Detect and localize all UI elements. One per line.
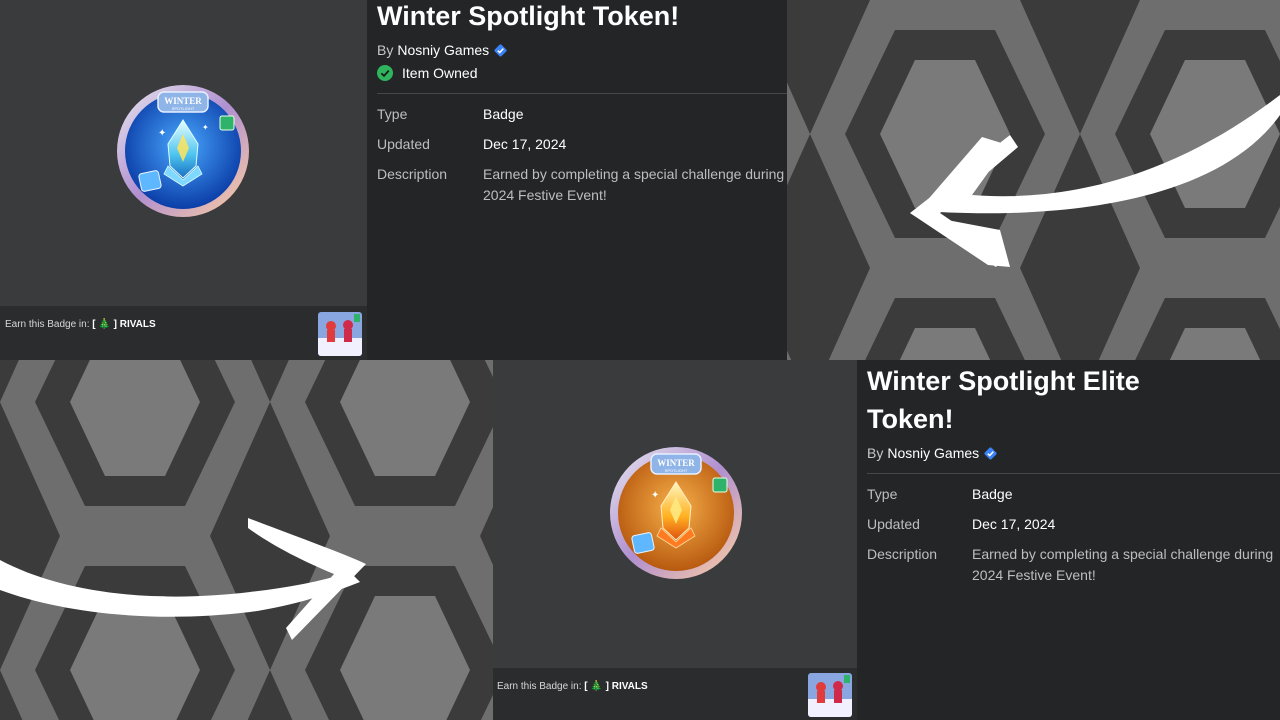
creator-byline: By Nosniy Games xyxy=(867,445,997,461)
type-label: Type xyxy=(867,486,898,502)
bottom-badge-image-panel: WINTER SPOTLIGHT ✦ Earn this Badge in: [… xyxy=(493,360,857,720)
svg-text:SPOTLIGHT: SPOTLIGHT xyxy=(172,106,195,111)
svg-text:SPOTLIGHT: SPOTLIGHT xyxy=(665,468,688,473)
check-circle-icon xyxy=(377,65,393,81)
creator-link[interactable]: Nosniy Games xyxy=(887,445,979,461)
earn-game-link[interactable]: [ 🎄 ] RIVALS xyxy=(584,681,647,692)
description-label: Description xyxy=(377,166,448,182)
type-value: Badge xyxy=(972,486,1013,502)
description-label: Description xyxy=(867,546,938,562)
divider xyxy=(377,93,787,94)
game-thumbnail[interactable] xyxy=(808,673,852,717)
curved-arrow-right-icon xyxy=(0,518,366,640)
item-owned-status: Item Owned xyxy=(377,65,477,81)
game-thumbnail[interactable] xyxy=(318,312,362,356)
earn-badge-bar xyxy=(0,306,367,360)
bottom-badge-image[interactable]: WINTER SPOTLIGHT ✦ xyxy=(609,446,743,580)
earn-badge-text: Earn this Badge in: [ 🎄 ] RIVALS xyxy=(497,681,648,692)
verified-badge-icon xyxy=(494,43,507,57)
updated-label: Updated xyxy=(867,516,920,532)
type-label: Type xyxy=(377,106,408,122)
earn-badge-text: Earn this Badge in: [ 🎄 ] RIVALS xyxy=(5,319,156,330)
verified-badge-icon xyxy=(984,446,997,460)
updated-value: Dec 17, 2024 xyxy=(972,516,1056,532)
top-badge-info-panel: Winter Spotlight Token! By Nosniy Games … xyxy=(367,0,787,360)
svg-text:✦: ✦ xyxy=(202,123,209,132)
badge-title: Winter Spotlight Token! xyxy=(377,1,680,31)
curved-arrow-left-icon xyxy=(910,95,1280,267)
svg-text:✦: ✦ xyxy=(158,128,166,139)
updated-value: Dec 17, 2024 xyxy=(483,136,567,152)
updated-label: Updated xyxy=(377,136,430,152)
svg-text:WINTER: WINTER xyxy=(657,458,695,468)
badge-title: Winter Spotlight Elite Token! xyxy=(867,366,1140,434)
creator-byline: By Nosniy Games xyxy=(377,42,507,58)
earn-badge-bar xyxy=(493,668,857,720)
description-text: Earned by completing a special challenge… xyxy=(972,546,1274,583)
divider xyxy=(867,473,1280,474)
creator-link[interactable]: Nosniy Games xyxy=(397,42,489,58)
top-badge-image[interactable]: WINTER SPOTLIGHT ✦ ✦ xyxy=(116,84,250,218)
description-text: Earned by completing a special challenge… xyxy=(483,166,785,203)
bottom-badge-info-panel: Winter Spotlight Elite Token! By Nosniy … xyxy=(857,360,1280,720)
svg-text:✦: ✦ xyxy=(651,490,659,501)
top-badge-image-panel: WINTER SPOTLIGHT ✦ ✦ Earn this Badge in:… xyxy=(0,0,367,360)
earn-game-link[interactable]: [ 🎄 ] RIVALS xyxy=(92,319,155,330)
type-value: Badge xyxy=(483,106,524,122)
svg-text:WINTER: WINTER xyxy=(164,96,202,106)
